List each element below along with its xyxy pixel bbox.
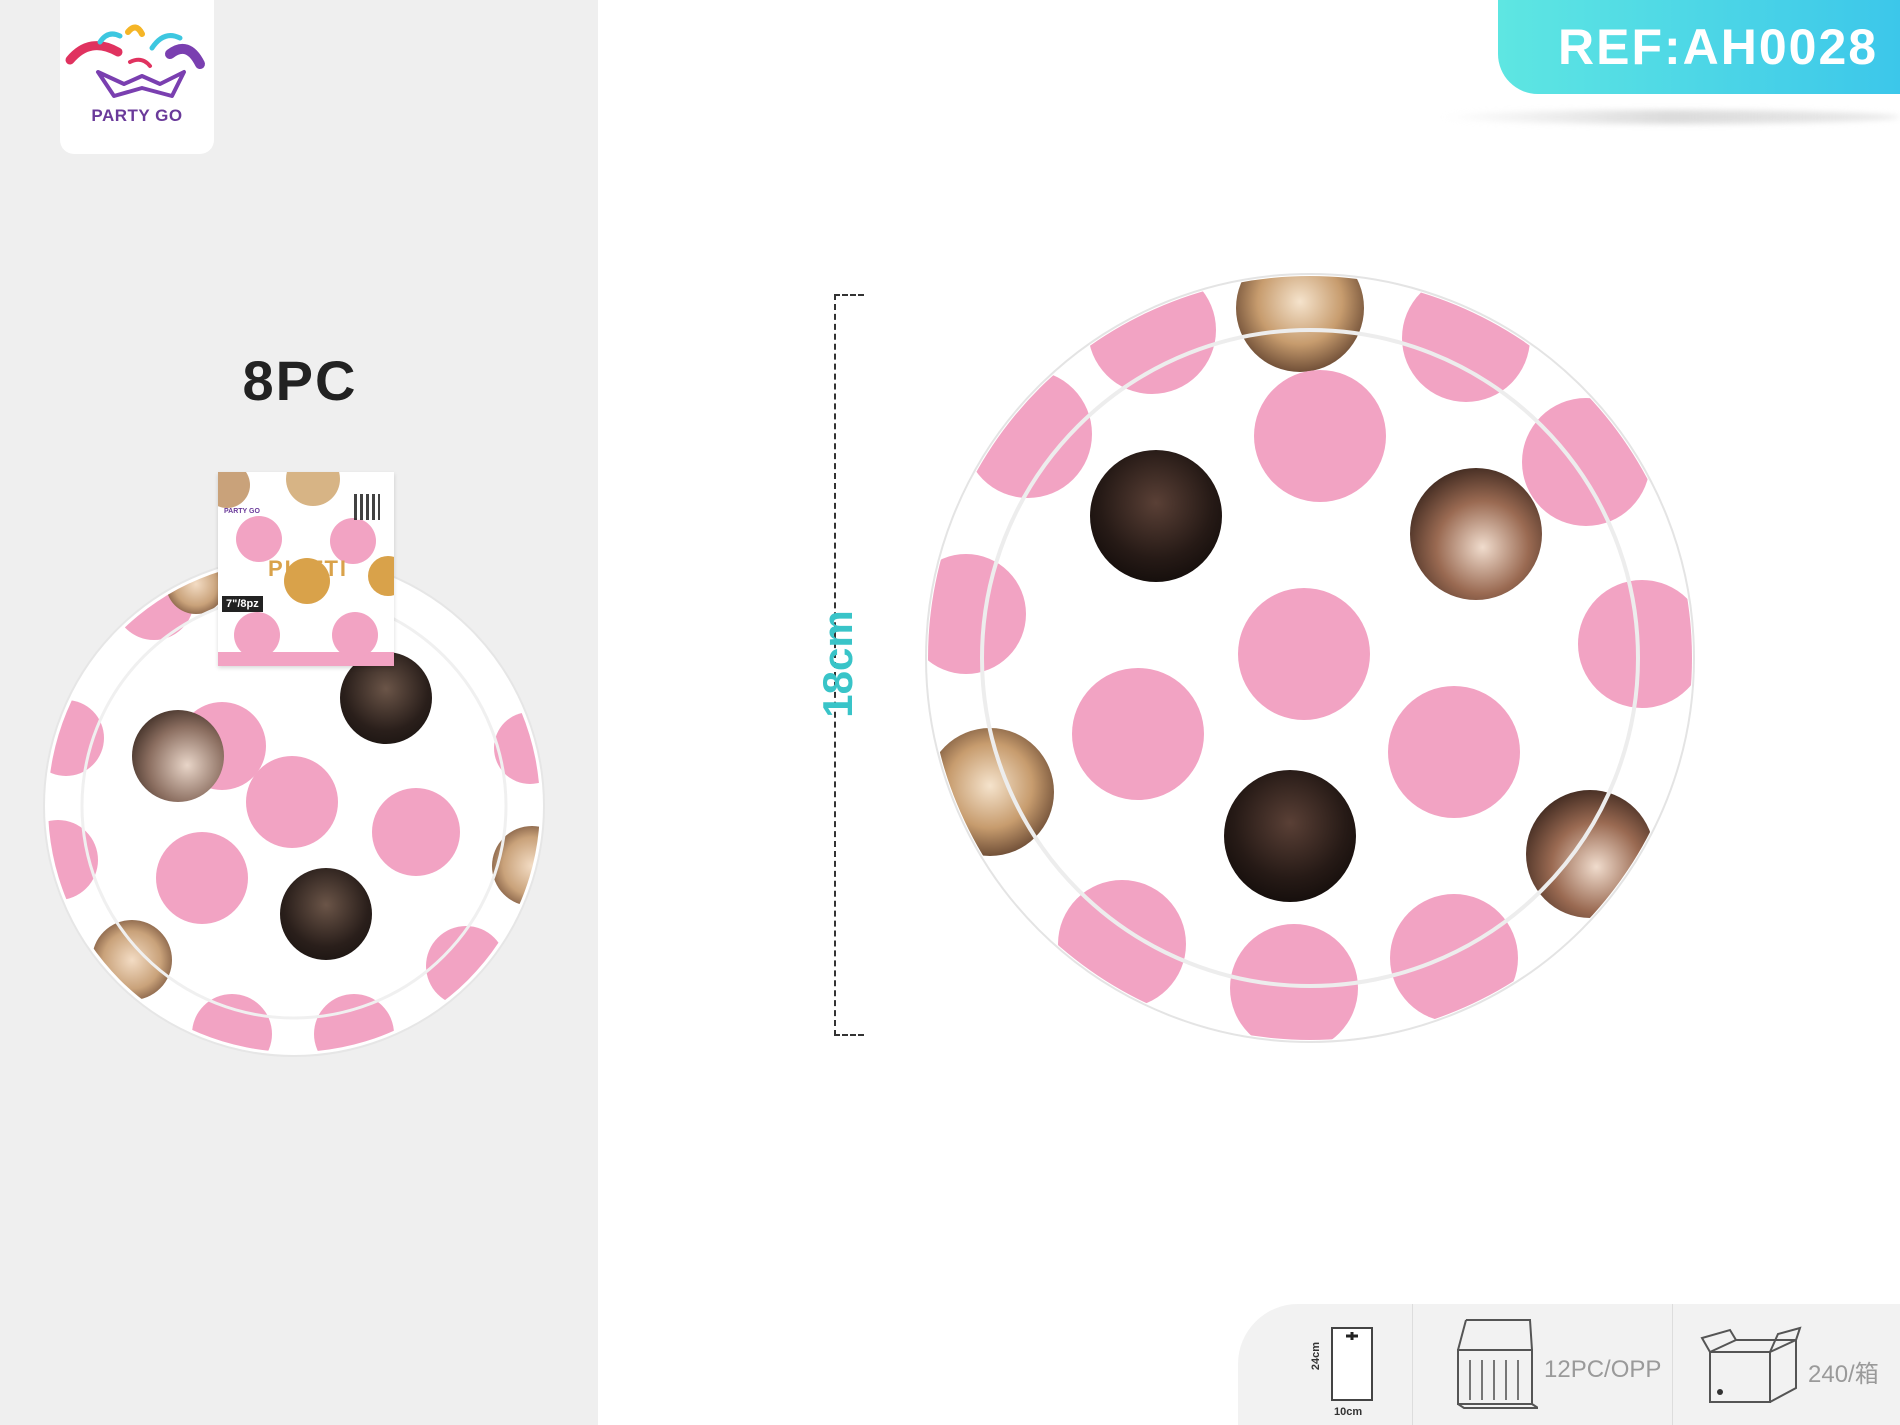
- dimension-label: 18cm: [814, 610, 861, 718]
- dimension-label-box: 18cm: [810, 610, 866, 722]
- package-brand: PARTY GO: [224, 508, 260, 515]
- party-logo-icon: [65, 24, 205, 98]
- pack-width-label: 10cm: [1334, 1406, 1363, 1418]
- display-box-icon: [1457, 1319, 1538, 1409]
- ref-label: REF:AH0028: [1558, 19, 1879, 75]
- brand-logo: PARTY GO: [60, 0, 214, 154]
- large-plate-image: [925, 273, 1695, 1043]
- pack-height-label: 24cm: [1310, 1341, 1323, 1371]
- package-dot: [368, 556, 394, 596]
- package-title: PIATTI: [267, 556, 349, 581]
- ref-shadow: [1440, 110, 1900, 124]
- carton-label: 240/箱: [1808, 1361, 1879, 1388]
- package-dot: [218, 472, 250, 508]
- qr-code-icon: [354, 494, 380, 520]
- package-size-icon: [1331, 1327, 1373, 1401]
- divider: [1672, 1304, 1673, 1425]
- package-card: PARTY GO PIATTI 7"/8pz: [218, 472, 394, 666]
- carton-box-icon: [1700, 1326, 1802, 1403]
- package-dot: [286, 472, 340, 506]
- package-dot: [332, 612, 378, 658]
- inner-pack-label: 12PC/OPP: [1544, 1356, 1662, 1383]
- brand-name: PARTY GO: [91, 106, 183, 125]
- package-size: 7"/8pz: [222, 596, 263, 612]
- package-dot: [234, 612, 280, 658]
- quantity-label: 8PC: [242, 349, 358, 412]
- divider: [1412, 1304, 1413, 1425]
